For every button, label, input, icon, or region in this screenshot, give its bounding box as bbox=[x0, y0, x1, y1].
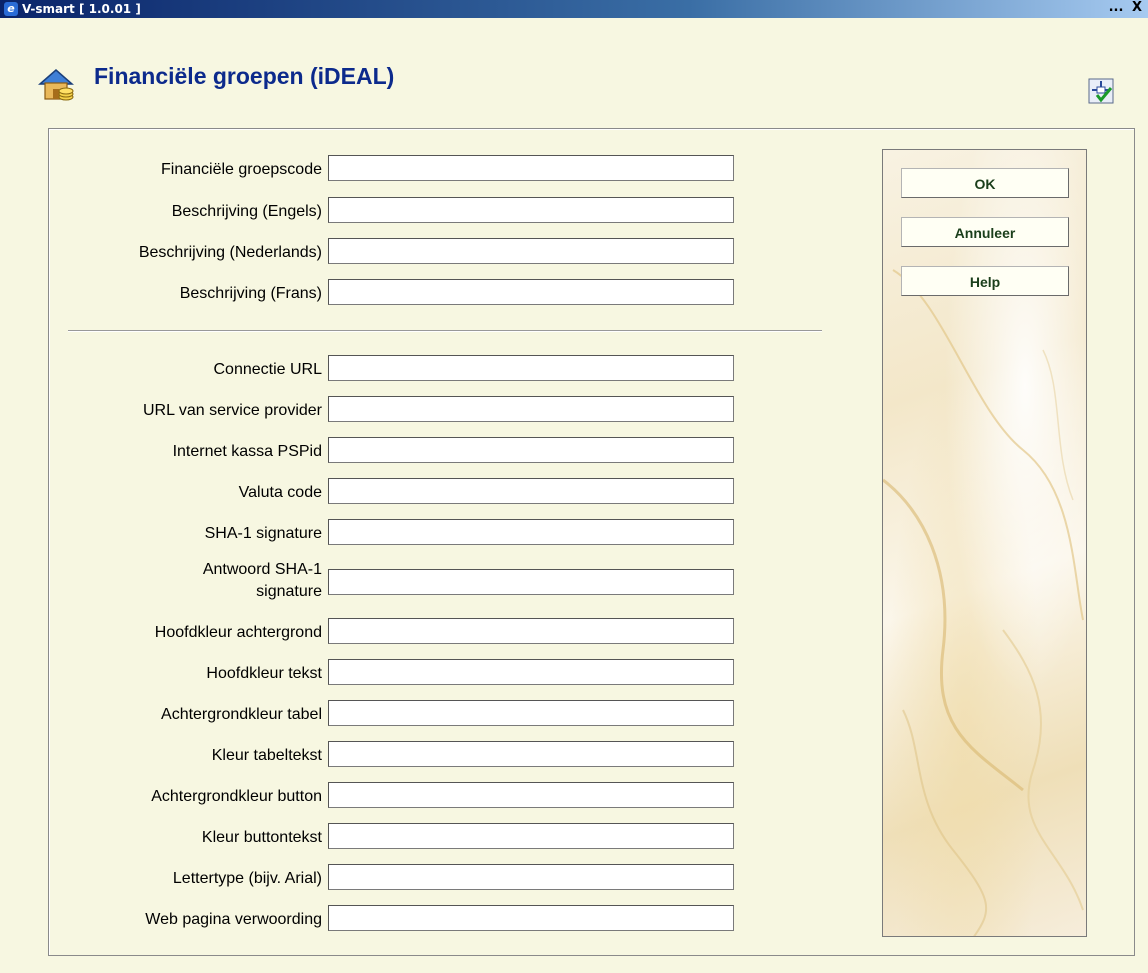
valuta-code-field[interactable] bbox=[328, 478, 734, 504]
beschrijving-frans-field[interactable] bbox=[328, 279, 734, 305]
window-controls: ... X bbox=[1105, 0, 1142, 15]
field-label-kleur-tabeltekst: Kleur tabeltekst bbox=[211, 747, 322, 764]
field-label-beschrijving-frans: Beschrijving (Frans) bbox=[179, 285, 322, 302]
field-label-sha1-signature: SHA-1 signature bbox=[204, 525, 322, 542]
form-row-achtergrondkleur-button: Achtergrondkleur button bbox=[0, 782, 322, 812]
field-label-antwoord-sha1-line1: Antwoord SHA-1 bbox=[202, 561, 322, 578]
field-label-antwoord-sha1-line2: signature bbox=[256, 583, 322, 600]
kleur-tabeltekst-field[interactable] bbox=[328, 741, 734, 767]
field-label-kleur-buttontekst: Kleur buttontekst bbox=[201, 829, 322, 846]
field-label-web-pagina-verwoording: Web pagina verwoording bbox=[145, 911, 322, 928]
hoofdkleur-tekst-field[interactable] bbox=[328, 659, 734, 685]
service-provider-url-field[interactable] bbox=[328, 396, 734, 422]
window-titlebar: e V-smart [ 1.0.01 ] ... X bbox=[0, 0, 1148, 18]
form-row-beschrijving-engels: Beschrijving (Engels) bbox=[0, 197, 322, 227]
field-label-pspid: Internet kassa PSPid bbox=[172, 443, 322, 460]
form-row-lettertype: Lettertype (bijv. Arial) bbox=[0, 864, 322, 894]
help-button[interactable]: Help bbox=[901, 266, 1069, 296]
cancel-button[interactable]: Annuleer bbox=[901, 217, 1069, 247]
form-row-valuta-code: Valuta code bbox=[0, 478, 322, 508]
form-row-sha1-signature: SHA-1 signature bbox=[0, 519, 322, 549]
form-row-hoofdkleur-achtergrond: Hoofdkleur achtergrond bbox=[0, 618, 322, 648]
beschrijving-engels-field[interactable] bbox=[328, 197, 734, 223]
field-label-beschrijving-nederlands: Beschrijving (Nederlands) bbox=[138, 244, 322, 261]
form-row-hoofdkleur-tekst: Hoofdkleur tekst bbox=[0, 659, 322, 689]
close-button[interactable]: X bbox=[1132, 0, 1142, 15]
house-coins-icon bbox=[38, 69, 74, 101]
hoofdkleur-achtergrond-field[interactable] bbox=[328, 618, 734, 644]
achtergrondkleur-button-field[interactable] bbox=[328, 782, 734, 808]
window-title: V-smart [ 1.0.01 ] bbox=[22, 2, 141, 16]
groepscode-field[interactable] bbox=[328, 155, 734, 181]
field-label-achtergrondkleur-button: Achtergrondkleur button bbox=[151, 788, 322, 805]
browser-icon: e bbox=[4, 2, 18, 16]
form-row-service-provider-url: URL van service provider bbox=[0, 396, 322, 426]
achtergrondkleur-tabel-field[interactable] bbox=[328, 700, 734, 726]
field-label-valuta-code: Valuta code bbox=[238, 484, 322, 501]
beschrijving-nederlands-field[interactable] bbox=[328, 238, 734, 264]
section-divider bbox=[68, 330, 822, 332]
kleur-buttontekst-field[interactable] bbox=[328, 823, 734, 849]
settings-check-icon[interactable] bbox=[1088, 78, 1114, 104]
lettertype-field[interactable] bbox=[328, 864, 734, 890]
form-row-connectie-url: Connectie URL bbox=[0, 355, 323, 385]
web-pagina-verwoording-field[interactable] bbox=[328, 905, 734, 931]
field-label-service-provider-url: URL van service provider bbox=[142, 402, 322, 419]
form-row-kleur-buttontekst: Kleur buttontekst bbox=[0, 823, 322, 853]
antwoord-sha1-field[interactable] bbox=[328, 569, 734, 595]
page-title: Financiële groepen (iDEAL) bbox=[94, 63, 395, 89]
pspid-field[interactable] bbox=[328, 437, 734, 463]
field-label-connectie-url: Connectie URL bbox=[213, 361, 323, 378]
form-row-antwoord-sha1: Antwoord SHA-1 signature bbox=[0, 560, 322, 608]
form-row-kleur-tabeltekst: Kleur tabeltekst bbox=[0, 741, 322, 771]
ok-button[interactable]: OK bbox=[901, 168, 1069, 198]
form-row-pspid: Internet kassa PSPid bbox=[0, 437, 322, 467]
form-row-beschrijving-frans: Beschrijving (Frans) bbox=[0, 279, 322, 309]
field-label-beschrijving-engels: Beschrijving (Engels) bbox=[171, 203, 322, 220]
field-label-hoofdkleur-achtergrond: Hoofdkleur achtergrond bbox=[154, 624, 322, 641]
field-label-hoofdkleur-tekst: Hoofdkleur tekst bbox=[206, 665, 322, 682]
form-row-beschrijving-nederlands: Beschrijving (Nederlands) bbox=[0, 238, 322, 268]
field-label-groepscode: Financiële groepscode bbox=[161, 161, 322, 178]
form-row-web-pagina-verwoording: Web pagina verwoording bbox=[0, 905, 322, 935]
connectie-url-field[interactable] bbox=[328, 355, 734, 381]
form-row-achtergrondkleur-tabel: Achtergrondkleur tabel bbox=[0, 700, 322, 730]
form-row-groepscode: Financiële groepscode bbox=[0, 155, 322, 185]
button-panel: OK Annuleer Help bbox=[882, 149, 1087, 937]
field-label-lettertype: Lettertype (bijv. Arial) bbox=[172, 870, 322, 887]
minimize-button[interactable]: ... bbox=[1109, 0, 1124, 15]
sha1-signature-field[interactable] bbox=[328, 519, 734, 545]
field-label-achtergrondkleur-tabel: Achtergrondkleur tabel bbox=[161, 706, 322, 723]
